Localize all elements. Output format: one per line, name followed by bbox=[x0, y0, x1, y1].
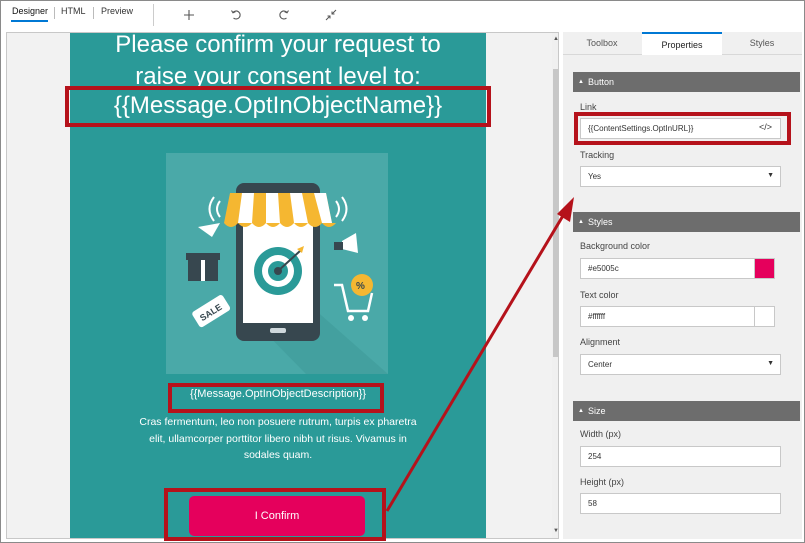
designer-window: Designer HTML Preview Please confirm you… bbox=[0, 0, 805, 543]
annotation-arrow bbox=[385, 197, 574, 512]
